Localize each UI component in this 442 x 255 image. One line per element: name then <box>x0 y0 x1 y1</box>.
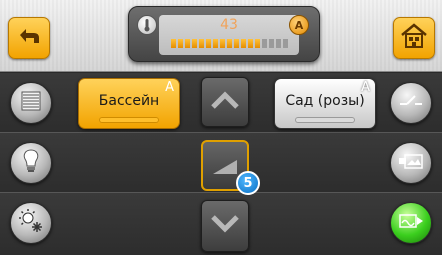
level-segment <box>262 39 267 48</box>
room-indicator-bar <box>99 117 159 123</box>
level-segment <box>241 39 246 48</box>
scene-icon <box>398 211 424 235</box>
room-label: Бассейн <box>98 93 160 109</box>
chevron-up-icon <box>210 90 240 114</box>
lightbulb-icon <box>22 149 40 177</box>
level-segment <box>255 39 260 48</box>
camera-button[interactable] <box>390 142 432 184</box>
level-segment <box>276 39 281 48</box>
blinds-icon <box>20 91 42 115</box>
level-segment <box>269 39 274 48</box>
level-segment <box>171 39 176 48</box>
room-label: Сад (розы) <box>285 93 365 109</box>
climate-button[interactable] <box>10 202 52 244</box>
level-segment <box>234 39 239 48</box>
light-button[interactable] <box>10 142 52 184</box>
back-arrow-icon <box>16 25 42 51</box>
level-segment <box>213 39 218 48</box>
camera-icon <box>398 151 424 175</box>
thermostat-panel: 43 A <box>128 6 320 62</box>
temperature-readout: 43 <box>159 15 299 55</box>
level-segment <box>248 39 253 48</box>
scroll-up-button[interactable] <box>201 77 249 127</box>
level-segment <box>199 39 204 48</box>
level-segment <box>220 39 225 48</box>
level-segment <box>185 39 190 48</box>
blinds-button[interactable] <box>10 82 52 124</box>
sun-snow-icon <box>18 208 44 238</box>
thermometer-icon <box>137 15 157 35</box>
home-icon <box>399 22 429 54</box>
home-button[interactable] <box>393 17 435 59</box>
level-segment <box>227 39 232 48</box>
room-indicator-bar <box>295 117 355 123</box>
temperature-value: 43 <box>220 17 238 33</box>
switch-icon <box>399 92 423 114</box>
notification-badge: 5 <box>236 171 260 195</box>
switch-button[interactable] <box>390 82 432 124</box>
level-bar <box>171 39 288 48</box>
level-segment <box>206 39 211 48</box>
level-segment <box>283 39 288 48</box>
scroll-down-button[interactable] <box>201 200 249 252</box>
back-button[interactable] <box>8 17 50 59</box>
level-segment <box>192 39 197 48</box>
room-button-garden[interactable]: A Сад (розы) <box>274 78 376 129</box>
chevron-down-icon <box>210 214 240 238</box>
auto-mode-indicator[interactable]: A <box>289 15 309 35</box>
scene-button[interactable] <box>390 202 432 244</box>
room-button-pool[interactable]: A Бассейн <box>78 78 180 129</box>
control-screen: 43 A A Бассейн A Сад (розы) 5 <box>0 0 442 255</box>
level-segment <box>178 39 183 48</box>
